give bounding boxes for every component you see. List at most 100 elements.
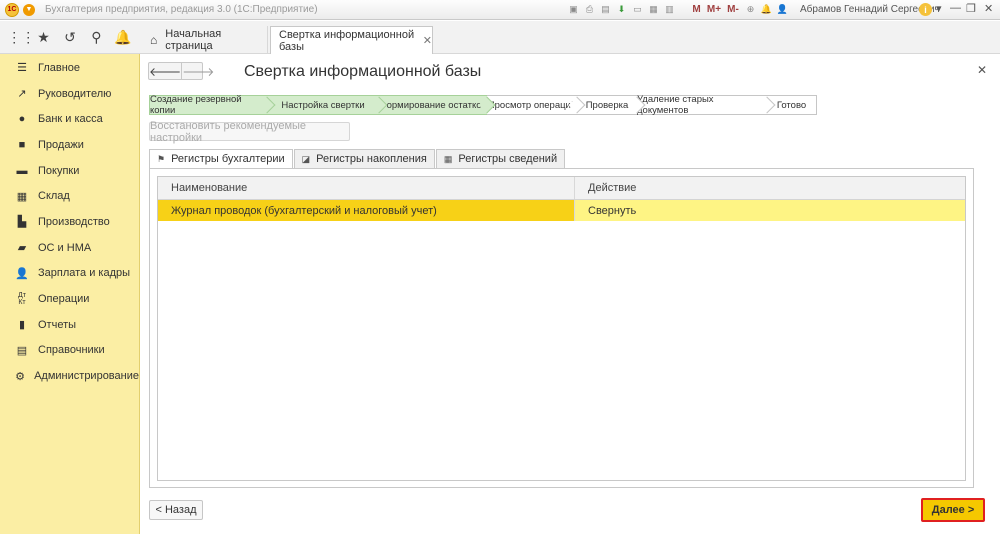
tabs-bar: ⌂ Начальная страница Свертка информацион…: [140, 21, 1000, 54]
tab-label: Свертка информационной базы: [279, 28, 415, 53]
back-button[interactable]: < Назад: [149, 500, 203, 520]
sidebar-item-manager[interactable]: ↗ Руководителю: [0, 81, 139, 107]
step-backup: Создание резервной копии: [149, 94, 276, 116]
document-icon[interactable]: ▭: [631, 3, 644, 16]
close-tab-icon[interactable]: ✕: [423, 34, 432, 47]
person-icon: 👤: [15, 267, 29, 280]
tab-label: Регистры сведений: [458, 153, 558, 165]
books-icon: ▤: [16, 344, 28, 357]
sidebar-item-label: Производство: [38, 215, 110, 228]
sidebar-item-sales[interactable]: ■ Продажи: [0, 132, 139, 158]
star-icon[interactable]: ★: [34, 29, 54, 46]
column-header-action[interactable]: Действие: [575, 177, 965, 199]
register-icon: ▦: [443, 153, 453, 164]
page-title: Свертка информационной базы: [244, 63, 482, 80]
bell-icon[interactable]: 🔔: [760, 3, 773, 16]
sidebar-item-bank[interactable]: ● Банк и касса: [0, 106, 139, 132]
step-delete-old: Удаление старых документов: [637, 94, 776, 116]
sidebar-item-purchases[interactable]: ▬ Покупки: [0, 158, 139, 184]
cart-icon: ▬: [16, 164, 28, 177]
step-check: Проверка: [577, 95, 646, 115]
user-icon[interactable]: 👤: [776, 3, 789, 16]
preview-icon[interactable]: ▤: [599, 3, 612, 16]
nav-buttons: 🡐 🡒: [148, 62, 214, 80]
coin-icon: ●: [18, 113, 26, 126]
sidebar-item-fixed-assets[interactable]: ▰ ОС и НМА: [0, 235, 139, 261]
home-icon: ⌂: [150, 33, 158, 47]
memory-minus-button[interactable]: M-: [725, 3, 741, 16]
gear-icon: ⚙: [15, 370, 25, 383]
notifications-icon[interactable]: 🔔: [113, 29, 133, 46]
register-icon: ◪: [301, 153, 311, 164]
calendar-icon[interactable]: ▥: [663, 3, 676, 16]
sidebar-item-admin[interactable]: ⚙ Администрирование: [0, 363, 139, 389]
table-icon[interactable]: ▦: [647, 3, 660, 16]
next-button[interactable]: Далее >: [921, 498, 985, 522]
history-icon[interactable]: ↺: [60, 29, 80, 46]
close-window-icon[interactable]: ✕: [984, 2, 993, 15]
trend-icon: ↗: [17, 88, 27, 101]
search-icon[interactable]: ⚲: [86, 29, 106, 46]
table-row[interactable]: Журнал проводок (бухгалтерский и налогов…: [158, 200, 965, 221]
memory-button[interactable]: M: [690, 3, 703, 16]
sidebar-item-salary[interactable]: 👤 Зарплата и кадры: [0, 261, 139, 287]
sidebar-item-label: Продажи: [38, 138, 84, 151]
sidebar-item-operations[interactable]: Дт Кт Операции: [0, 286, 139, 312]
back-arrow-icon[interactable]: 🡐: [149, 63, 181, 79]
sidebar-item-directories[interactable]: ▤ Справочники: [0, 338, 139, 364]
minimize-icon[interactable]: —: [950, 2, 961, 14]
column-header-name[interactable]: Наименование: [158, 177, 575, 199]
step-balances: Формирование остатков: [379, 95, 496, 115]
download-icon[interactable]: ⬇: [615, 3, 628, 16]
title-toolbar: ▣ ⎙ ▤ ⬇ ▭ ▦ ▥ M M+ M- ⊕ 🔔 👤: [567, 3, 789, 16]
sidebar-item-label: ОС и НМА: [38, 241, 92, 254]
cell-action[interactable]: Свернуть: [575, 200, 965, 221]
sidebar-item-production[interactable]: ▙ Производство: [0, 209, 139, 235]
cell-name[interactable]: Журнал проводок (бухгалтерский и налогов…: [158, 200, 575, 221]
step-label: Настройка свертки: [281, 99, 365, 111]
save-icon[interactable]: ▣: [567, 3, 580, 16]
step-label: Создание резервной копии: [150, 94, 242, 116]
step-label: Готово: [776, 99, 807, 111]
sidebar-item-label: Банк и касса: [38, 113, 103, 126]
main-menu-dropdown-icon[interactable]: ▼: [23, 3, 35, 16]
close-form-icon[interactable]: ✕: [977, 63, 987, 77]
main-content: 🡐 🡒 Свертка информационной базы ✕ Создан…: [141, 54, 1000, 534]
menu-chevron-icon[interactable]: ▾: [936, 2, 942, 15]
tab-accounting-registers[interactable]: ⚑ Регистры бухгалтерии: [149, 149, 293, 169]
memory-plus-button[interactable]: M+: [706, 3, 722, 16]
step-settings: Настройка свертки: [267, 95, 388, 115]
tab-info-registers[interactable]: ▦ Регистры сведений: [435, 149, 566, 169]
sidebar-item-label: Главное: [38, 61, 81, 74]
tab-infobase-convolution[interactable]: Свертка информационной базы ✕: [270, 26, 433, 54]
sidebar: ☰ Главное ↗ Руководителю ● Банк и касса ■ Пр…: [0, 54, 140, 534]
sidebar-item-label: Администрирование: [34, 370, 139, 383]
forward-arrow-icon[interactable]: 🡒: [181, 63, 214, 79]
sidebar-item-label: Зарплата и кадры: [38, 267, 131, 280]
tab-label: Регистры накопления: [316, 153, 427, 165]
print-icon[interactable]: ⎙: [583, 3, 596, 16]
sidebar-item-warehouse[interactable]: ▦ Склад: [0, 183, 139, 209]
tab-label: Начальная страница: [165, 28, 222, 52]
form-tabs: ⚑ Регистры бухгалтерии ◪ Регистры накоплен…: [149, 149, 566, 169]
register-icon: ⚑: [157, 153, 166, 164]
tab-home[interactable]: ⌂ Начальная страница: [140, 26, 268, 54]
apps-grid-icon[interactable]: ⋮⋮: [7, 29, 35, 46]
sidebar-item-label: Склад: [38, 190, 70, 203]
tab-label: Регистры бухгалтерии: [171, 153, 285, 165]
factory-icon: ▙: [17, 216, 27, 229]
restore-icon[interactable]: ❐: [966, 2, 976, 15]
sidebar-item-main[interactable]: ☰ Главное: [0, 55, 139, 81]
sidebar-item-label: Покупки: [38, 164, 80, 177]
app-logo-icon[interactable]: 1С: [5, 2, 19, 17]
info-icon[interactable]: i: [919, 3, 932, 16]
zoom-icon[interactable]: ⊕: [744, 3, 757, 16]
bar-chart-icon: ▮: [18, 319, 26, 332]
step-label: Просмотр операций: [487, 99, 577, 111]
restore-defaults-button[interactable]: Восстановить рекомендуемые настройки: [149, 120, 350, 144]
tab-accumulation-registers[interactable]: ◪ Регистры накопления: [293, 149, 435, 169]
sidebar-item-reports[interactable]: ▮ Отчеты: [0, 312, 139, 338]
wizard-steps: Создание резервной копии Настройка сверт…: [149, 94, 817, 116]
step-view-operations: Просмотр операций: [487, 95, 586, 115]
warehouse-icon: ▦: [16, 190, 28, 203]
